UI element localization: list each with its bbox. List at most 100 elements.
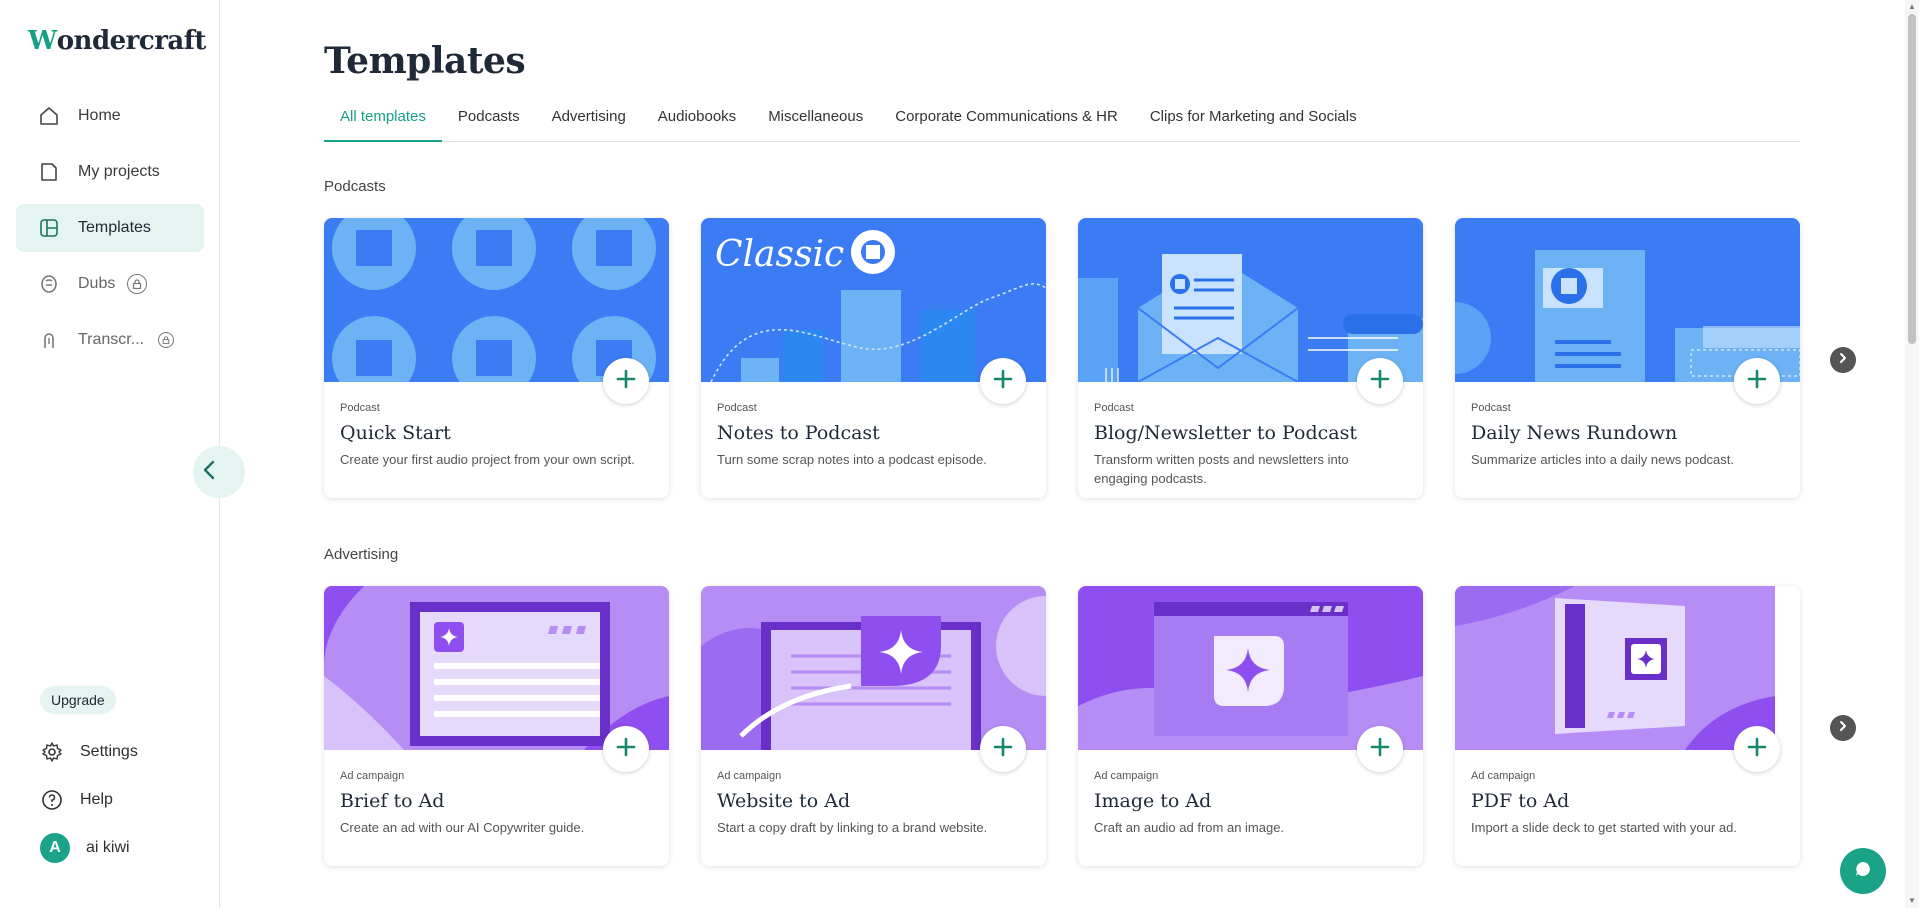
sidebar-item-label: Dubs xyxy=(78,275,116,292)
card-thumbnail xyxy=(324,218,669,382)
sidebar-item-label: My projects xyxy=(78,163,160,180)
help-icon xyxy=(40,788,64,812)
sidebar-item-dubs[interactable]: Dubs xyxy=(16,260,204,308)
card-category: Ad campaign xyxy=(717,770,782,782)
card-title: Website to Ad xyxy=(717,790,851,812)
card-description: Create an ad with our AI Copywriter guid… xyxy=(340,820,585,835)
main-content: Templates All templates Podcasts Adverti… xyxy=(220,0,1899,908)
folder-icon xyxy=(38,161,60,183)
settings-button[interactable]: Settings xyxy=(16,728,204,776)
podcasts-row: Podcast Quick Start Create your first au… xyxy=(324,218,1824,498)
plus-icon xyxy=(616,369,636,394)
add-template-button[interactable] xyxy=(1357,358,1403,404)
section-label-advertising: Advertising xyxy=(324,546,399,563)
template-card-image-to-ad[interactable]: Ad campaign Image to Ad Craft an audio a… xyxy=(1078,586,1423,866)
add-template-button[interactable] xyxy=(1734,358,1780,404)
avatar: A xyxy=(40,833,70,863)
card-category: Ad campaign xyxy=(1094,770,1159,782)
plus-icon xyxy=(993,737,1013,762)
advertising-row: Ad campaign Brief to Ad Create an ad wit… xyxy=(324,586,1824,866)
card-category: Podcast xyxy=(1094,402,1134,414)
card-category: Podcast xyxy=(1471,402,1511,414)
tab-advertising[interactable]: Advertising xyxy=(536,100,642,142)
sidebar: Wondercraft Home My projects Templates D… xyxy=(0,0,220,908)
user-profile[interactable]: A ai kiwi xyxy=(16,824,204,872)
card-title: Image to Ad xyxy=(1094,790,1212,812)
plus-icon xyxy=(993,369,1013,394)
templates-icon xyxy=(38,217,60,239)
upgrade-button[interactable]: Upgrade xyxy=(40,686,116,714)
add-template-button[interactable] xyxy=(1357,726,1403,772)
add-template-button[interactable] xyxy=(603,358,649,404)
tab-all-templates[interactable]: All templates xyxy=(324,100,442,142)
card-description: Create your first audio project from you… xyxy=(340,452,635,467)
add-template-button[interactable] xyxy=(980,726,1026,772)
plus-icon xyxy=(616,737,636,762)
lock-icon xyxy=(158,332,175,348)
plus-icon xyxy=(1370,369,1390,394)
sidebar-item-label: Transcr... xyxy=(78,331,145,348)
template-card-pdf-to-ad[interactable]: Ad campaign PDF to Ad Import a slide dec… xyxy=(1455,586,1800,866)
card-thumbnail xyxy=(1078,218,1423,382)
card-thumbnail xyxy=(324,586,669,750)
tab-miscellaneous[interactable]: Miscellaneous xyxy=(752,100,879,142)
template-card-website-to-ad[interactable]: Ad campaign Website to Ad Start a copy d… xyxy=(701,586,1046,866)
advertising-next-button[interactable] xyxy=(1830,715,1856,741)
card-title: Notes to Podcast xyxy=(717,422,880,444)
sidebar-item-label: Templates xyxy=(78,219,151,236)
sidebar-item-my-projects[interactable]: My projects xyxy=(16,148,204,196)
dubs-icon xyxy=(38,273,60,295)
add-template-button[interactable] xyxy=(980,358,1026,404)
card-thumbnail: Classic xyxy=(701,218,1046,382)
scrollbar-thumb[interactable] xyxy=(1908,14,1916,344)
card-description: Turn some scrap notes into a podcast epi… xyxy=(717,452,987,467)
scroll-down-icon[interactable]: ▼ xyxy=(1908,896,1916,905)
chat-support-button[interactable] xyxy=(1840,848,1886,894)
settings-label: Settings xyxy=(80,743,138,760)
card-category: Ad campaign xyxy=(1471,770,1536,782)
template-card-notes-to-podcast[interactable]: Classic Podcast Notes to Podcast Turn so… xyxy=(701,218,1046,498)
podcasts-next-button[interactable] xyxy=(1830,347,1856,373)
sidebar-item-home[interactable]: Home xyxy=(16,92,204,140)
card-thumbnail xyxy=(1455,586,1800,750)
chevron-right-icon xyxy=(1837,351,1849,369)
help-label: Help xyxy=(80,791,113,808)
section-label-podcasts: Podcasts xyxy=(324,178,386,195)
page-scrollbar[interactable]: ▲ ▼ xyxy=(1905,0,1919,908)
tab-corporate-communications[interactable]: Corporate Communications & HR xyxy=(879,100,1134,142)
add-template-button[interactable] xyxy=(1734,726,1780,772)
tab-clips-marketing[interactable]: Clips for Marketing and Socials xyxy=(1134,100,1373,142)
card-title: Brief to Ad xyxy=(340,790,445,812)
sidebar-item-templates[interactable]: Templates xyxy=(16,204,204,252)
card-description: Start a copy draft by linking to a brand… xyxy=(717,820,988,835)
card-description: Transform written posts and newsletters … xyxy=(1094,452,1349,486)
plus-icon xyxy=(1370,737,1390,762)
user-name: ai kiwi xyxy=(86,839,130,856)
transcribe-icon xyxy=(38,329,60,351)
scroll-up-icon[interactable]: ▲ xyxy=(1908,2,1916,11)
add-template-button[interactable] xyxy=(603,726,649,772)
template-card-daily-news[interactable]: Podcast Daily News Rundown Summarize art… xyxy=(1455,218,1800,498)
logo[interactable]: Wondercraft xyxy=(28,26,206,56)
page-title: Templates xyxy=(324,40,526,82)
home-icon xyxy=(38,105,60,127)
sidebar-item-transcribe[interactable]: Transcr... xyxy=(16,316,204,364)
tab-audiobooks[interactable]: Audiobooks xyxy=(642,100,752,142)
thumb-classic-text: Classic xyxy=(715,234,844,275)
chevron-right-icon xyxy=(1837,719,1849,737)
card-title: Quick Start xyxy=(340,422,451,444)
help-button[interactable]: Help xyxy=(16,776,204,824)
sidebar-item-label: Home xyxy=(78,107,121,124)
card-title: Daily News Rundown xyxy=(1471,422,1678,444)
chat-bubble-icon xyxy=(1853,859,1873,884)
card-description: Craft an audio ad from an image. xyxy=(1094,820,1285,835)
plus-icon xyxy=(1747,369,1767,394)
card-title: Blog/Newsletter to Podcast xyxy=(1094,422,1357,444)
card-category: Podcast xyxy=(717,402,757,414)
template-card-blog-newsletter[interactable]: Podcast Blog/Newsletter to Podcast Trans… xyxy=(1078,218,1423,498)
template-card-quick-start[interactable]: Podcast Quick Start Create your first au… xyxy=(324,218,669,498)
plus-icon xyxy=(1747,737,1767,762)
logo-text: ondercraft xyxy=(56,26,207,56)
tab-podcasts[interactable]: Podcasts xyxy=(442,100,536,142)
template-card-brief-to-ad[interactable]: Ad campaign Brief to Ad Create an ad wit… xyxy=(324,586,669,866)
